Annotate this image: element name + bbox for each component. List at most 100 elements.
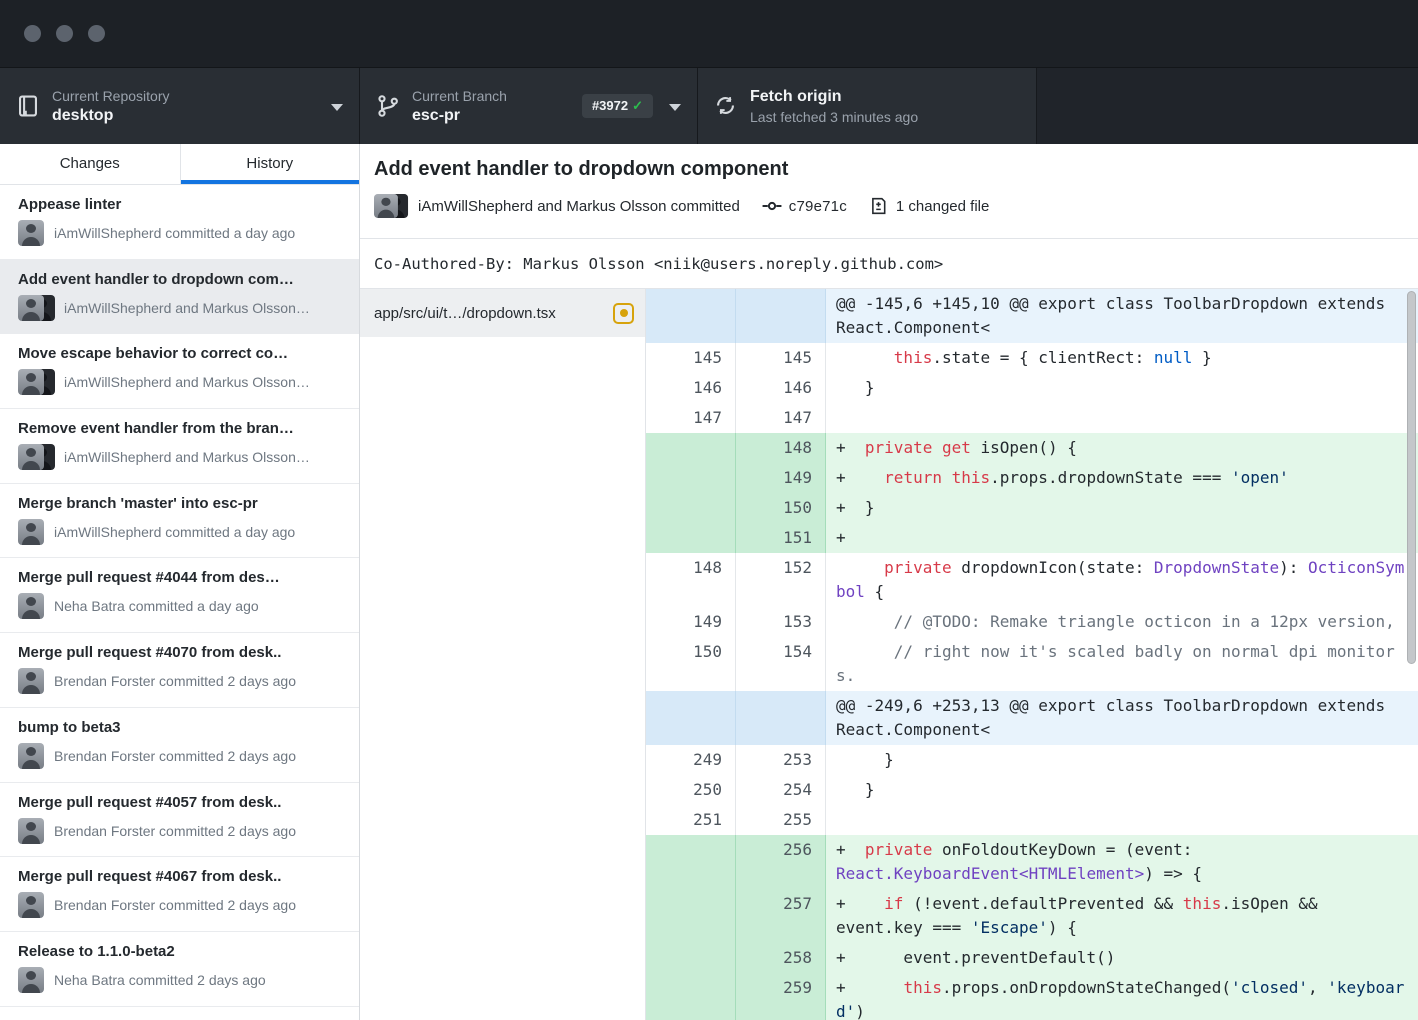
close-window-button[interactable] (24, 25, 41, 42)
fetch-origin-button[interactable]: Fetch origin Last fetched 3 minutes ago (698, 68, 1037, 144)
commit-title: Move escape behavior to correct co… (18, 345, 345, 362)
diff-line-row: 146146 } (646, 373, 1418, 403)
commit-list-item[interactable]: Add event handler to dropdown com… iAmWi… (0, 260, 359, 335)
diff-line-row: 150154 // right now it's scaled badly on… (646, 637, 1418, 691)
commit-list-item[interactable]: Merge pull request #4067 from desk.. Bre… (0, 857, 359, 932)
fetch-title: Fetch origin (750, 88, 918, 106)
pr-number-badge: #3972✓ (582, 94, 653, 118)
avatar (374, 194, 398, 218)
diff-line-row: 150+ } (646, 493, 1418, 523)
tab-history[interactable]: History (180, 144, 360, 184)
commit-title: Appease linter (18, 196, 345, 213)
avatar (18, 892, 44, 918)
avatar (18, 593, 44, 619)
coauthor-line: Co-Authored-By: Markus Olsson <niik@user… (360, 239, 1418, 289)
diff-rows: @@ -145,6 +145,10 @@ export class Toolba… (646, 289, 1418, 1020)
avatar-front (18, 593, 44, 619)
commit-title: bump to beta3 (18, 719, 345, 736)
avatar-front (18, 967, 44, 993)
commit-list-item[interactable]: Move escape behavior to correct co… iAmW… (0, 334, 359, 409)
tab-changes[interactable]: Changes (0, 144, 180, 184)
avatar (18, 369, 54, 395)
repository-name: desktop (52, 107, 170, 125)
commit-title: Merge branch 'master' into esc-pr (18, 495, 345, 512)
repo-icon (16, 94, 40, 118)
commit-author-avatars (374, 194, 407, 218)
avatar-front (18, 668, 44, 694)
commit-list-item[interactable]: Merge pull request #4057 from desk.. Bre… (0, 783, 359, 858)
avatar-front (18, 743, 44, 769)
file-row[interactable]: app/src/ui/t…/dropdown.tsx (360, 289, 645, 337)
diff-line-row: 148152 private dropdownIcon(state: Dropd… (646, 553, 1418, 607)
commit-title: Merge pull request #4044 from des… (18, 569, 345, 586)
chevron-down-icon (669, 104, 681, 111)
commit-sha[interactable]: c79e71c (789, 198, 847, 215)
commit-list-item[interactable]: Merge pull request #4070 from desk.. Bre… (0, 633, 359, 708)
diff-hunk-header-row: @@ -249,6 +253,13 @@ export class Toolba… (646, 691, 1418, 745)
diff-line-row: 147147 (646, 403, 1418, 433)
commit-detail-panel: Add event handler to dropdown component … (360, 144, 1418, 1020)
commit-title: Merge pull request #4057 from desk.. (18, 794, 345, 811)
diff-line-row: 251255 (646, 805, 1418, 835)
check-icon: ✓ (632, 98, 643, 113)
diff-line-row: 145145 this.state = { clientRect: null } (646, 343, 1418, 373)
commit-list-item[interactable]: bump to beta3 Brendan Forster committed … (0, 708, 359, 783)
minimize-window-button[interactable] (56, 25, 73, 42)
app-window: Current Repository desktop Current Branc… (0, 0, 1418, 1020)
window-titlebar (0, 0, 1418, 68)
branch-name: esc-pr (412, 107, 507, 125)
repository-picker-button[interactable]: Current Repository desktop (0, 68, 360, 144)
diff-line-row: 151+ (646, 523, 1418, 553)
commit-list: Appease linter iAmWillShepherd committed… (0, 185, 359, 1020)
commit-byline: Brendan Forster committed 2 days ago (54, 897, 296, 913)
commit-byline: iAmWillShepherd and Markus Olsson… (64, 374, 310, 390)
commit-authors: iAmWillShepherd and Markus Olsson commit… (418, 198, 740, 215)
diff-line-row: 148+ private get isOpen() { (646, 433, 1418, 463)
commit-summary-title: Add event handler to dropdown component (374, 158, 1418, 181)
diff-line-row: 249253 } (646, 745, 1418, 775)
repository-label: Current Repository (52, 88, 170, 104)
commit-byline: Brendan Forster committed 2 days ago (54, 673, 296, 689)
commit-header: Add event handler to dropdown component … (360, 144, 1418, 239)
branch-picker-button[interactable]: Current Branch esc-pr #3972✓ (360, 68, 698, 144)
avatar (18, 818, 44, 844)
avatar-front (18, 220, 44, 246)
tab-bar: Changes History (0, 144, 359, 185)
commit-title: Remove event handler from the bran… (18, 420, 345, 437)
avatar (18, 743, 44, 769)
commit-title: Merge pull request #4070 from desk.. (18, 644, 345, 661)
changed-files-count: 1 changed file (896, 198, 989, 215)
commit-byline: iAmWillShepherd and Markus Olsson… (64, 449, 310, 465)
chevron-down-icon (331, 104, 343, 111)
avatar-front (18, 369, 44, 395)
commit-byline: Neha Batra committed 2 days ago (54, 972, 266, 988)
commit-list-item[interactable]: Appease linter iAmWillShepherd committed… (0, 185, 359, 260)
avatar (18, 220, 44, 246)
commit-list-item[interactable]: Merge pull request #4044 from des… Neha … (0, 558, 359, 633)
commit-list-item[interactable]: Remove event handler from the bran… iAmW… (0, 409, 359, 484)
commit-byline: Neha Batra committed a day ago (54, 598, 259, 614)
commit-byline: iAmWillShepherd committed a day ago (54, 524, 295, 540)
avatar-front (18, 818, 44, 844)
fetch-status: Last fetched 3 minutes ago (750, 109, 918, 125)
commit-list-item[interactable]: Merge pull request #4073 from d… (0, 1007, 359, 1020)
commit-title: Add event handler to dropdown com… (18, 271, 345, 288)
git-commit-icon (762, 197, 782, 215)
diff-panel: @@ -145,6 +145,10 @@ export class Toolba… (646, 289, 1418, 1020)
avatar (18, 668, 44, 694)
avatar (18, 967, 44, 993)
scrollbar-thumb[interactable] (1407, 291, 1416, 664)
git-branch-icon (376, 94, 400, 118)
toolbar-filler (1037, 68, 1418, 144)
avatar (18, 295, 54, 321)
sidebar: Changes History Appease linter iAmWillSh… (0, 144, 360, 1020)
commit-byline: Brendan Forster committed 2 days ago (54, 748, 296, 764)
diff-line-row: 149153 // @TODO: Remake triangle octicon… (646, 607, 1418, 637)
avatar (18, 444, 54, 470)
avatar-front (18, 444, 44, 470)
diff-file-icon (869, 197, 889, 215)
commit-list-item[interactable]: Release to 1.1.0-beta2 Neha Batra commit… (0, 932, 359, 1007)
diff-line-row: 258+ event.preventDefault() (646, 943, 1418, 973)
zoom-window-button[interactable] (88, 25, 105, 42)
commit-list-item[interactable]: Merge branch 'master' into esc-pr iAmWil… (0, 484, 359, 559)
